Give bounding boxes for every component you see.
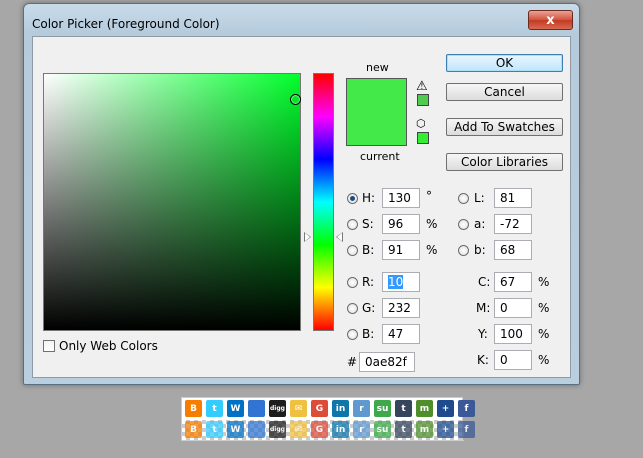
linkedin-icon[interactable]: in [332,421,349,438]
saturation-unit: % [426,217,438,231]
blue-radio[interactable] [347,329,358,340]
red-value: 10 [388,275,404,289]
only-web-colors-checkbox[interactable] [43,340,55,352]
hue-unit: ° [426,189,432,203]
magenta-field[interactable]: 0 [494,298,532,318]
red-radio[interactable] [347,277,358,288]
brightness-field[interactable]: 91 [382,240,420,260]
tumblr-icon[interactable]: t [395,421,412,438]
hue-label: H: [362,191,376,205]
hex-field[interactable]: 0ae82f [359,352,415,372]
green-label: G: [362,301,376,315]
yellow-label: Y: [478,327,488,341]
lab-l-field[interactable]: 81 [494,188,532,208]
brightness-radio[interactable] [347,245,358,256]
tumblr-icon[interactable]: t [395,400,412,417]
magenta-unit: % [538,301,550,315]
facebook-icon[interactable]: f [458,400,475,417]
lab-b-label: b: [474,243,486,257]
magenta-label: M: [476,301,491,315]
color-picker-ring[interactable] [290,94,301,105]
reddit-icon[interactable]: r [353,421,370,438]
brightness-unit: % [426,243,438,257]
lab-a-radio[interactable] [458,219,469,230]
close-button[interactable]: x [528,10,573,30]
stumbleupon-icon[interactable]: su [374,400,391,417]
myspace-icon[interactable]: m [416,400,433,417]
cyan-label: C: [478,275,491,289]
share-row-top: Bt Wdigg ✉ Gin r su t m + f [183,399,477,419]
share-bar: Bt Wdigg ✉ Gin r su t m + f Bt Wdigg ✉ Gin r su t m + f [181,397,475,441]
hex-label: # [347,355,358,369]
add-to-swatches-button[interactable]: Add To Swatches [446,118,563,136]
digg-icon[interactable]: digg [269,421,286,438]
google-bookmarks-icon[interactable]: G [311,421,328,438]
twitter-icon[interactable]: t [206,400,223,417]
lab-a-label: a: [474,217,486,231]
cyan-field[interactable]: 67 [494,272,532,292]
addthis-icon[interactable]: + [437,421,454,438]
red-field[interactable]: 10 [382,272,420,292]
facebook-icon[interactable]: f [458,421,475,438]
yellow-unit: % [538,327,550,341]
blogger-icon[interactable]: B [185,421,202,438]
windows-live-icon[interactable]: W [227,421,244,438]
gamut-color-swatch[interactable] [417,94,429,106]
saturation-field[interactable]: 96 [382,214,420,234]
web-safe-cube-icon[interactable]: ⬡ [416,117,426,130]
digg-icon[interactable]: digg [269,400,286,417]
hue-slider-left-arrow[interactable] [304,232,311,242]
black-field[interactable]: 0 [494,350,532,370]
delicious-icon[interactable] [248,400,265,417]
ok-button[interactable]: OK [446,54,563,72]
current-label: current [360,150,400,163]
green-radio[interactable] [347,303,358,314]
color-field[interactable] [43,73,301,331]
google-bookmarks-icon[interactable]: G [311,400,328,417]
lab-l-radio[interactable] [458,193,469,204]
twitter-icon[interactable]: t [206,421,223,438]
window-title: Color Picker (Foreground Color) [32,17,220,31]
lab-b-field[interactable]: 68 [494,240,532,260]
windows-live-icon[interactable]: W [227,400,244,417]
lab-b-radio[interactable] [458,245,469,256]
hue-slider-right-arrow[interactable] [336,232,343,242]
brightness-label: B: [362,243,375,257]
lab-l-label: L: [474,191,485,205]
black-unit: % [538,353,550,367]
delicious-icon[interactable] [248,421,265,438]
cyan-unit: % [538,275,550,289]
reddit-icon[interactable]: r [353,400,370,417]
new-color-swatch [346,78,407,146]
linkedin-icon[interactable]: in [332,400,349,417]
email-icon[interactable]: ✉ [290,400,307,417]
saturation-label: S: [362,217,374,231]
stumbleupon-icon[interactable]: su [374,421,391,438]
blue-label: B: [362,327,375,341]
only-web-colors-label[interactable]: Only Web Colors [59,339,158,353]
web-safe-color-swatch[interactable] [417,132,429,144]
hue-radio[interactable] [347,193,358,204]
dialog-body: new current ⚠ ⬡ OK Cancel Add To Swatche… [32,36,571,378]
myspace-icon[interactable]: m [416,421,433,438]
color-picker-window: Color Picker (Foreground Color) x new cu… [23,3,580,385]
cancel-button[interactable]: Cancel [446,83,563,101]
lab-a-field[interactable]: -72 [494,214,532,234]
black-label: K: [477,353,489,367]
saturation-radio[interactable] [347,219,358,230]
red-label: R: [362,275,375,289]
color-libraries-button[interactable]: Color Libraries [446,153,563,171]
blue-field[interactable]: 47 [382,324,420,344]
share-row-bottom: Bt Wdigg ✉ Gin r su t m + f [183,420,477,440]
yellow-field[interactable]: 100 [494,324,532,344]
out-of-gamut-warning-icon[interactable]: ⚠ [416,79,428,94]
hue-slider[interactable] [313,73,334,331]
blogger-icon[interactable]: B [185,400,202,417]
hue-field[interactable]: 130 [382,188,420,208]
green-field[interactable]: 232 [382,298,420,318]
addthis-icon[interactable]: + [437,400,454,417]
email-icon[interactable]: ✉ [290,421,307,438]
title-bar[interactable]: Color Picker (Foreground Color) x [24,4,579,34]
new-label: new [366,61,389,74]
